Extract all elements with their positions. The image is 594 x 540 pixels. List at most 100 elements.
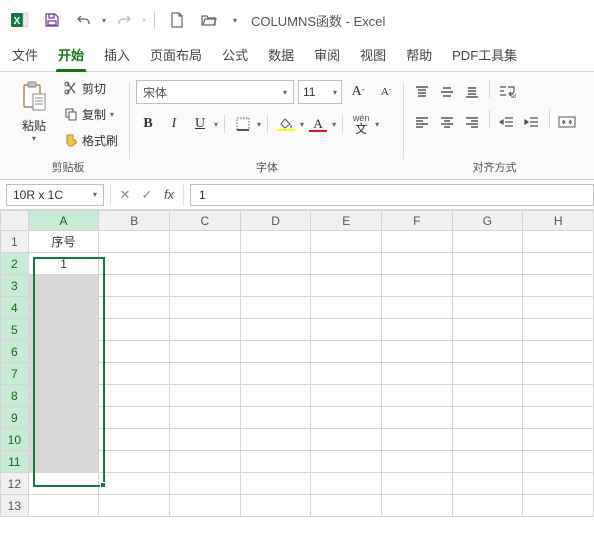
cell[interactable] <box>170 407 241 429</box>
open-file-button[interactable] <box>195 6 223 34</box>
chevron-down-icon[interactable]: ▾ <box>257 120 261 129</box>
align-right-button[interactable] <box>460 110 484 134</box>
cell[interactable] <box>382 231 453 253</box>
formula-input[interactable]: 1 <box>190 184 594 206</box>
align-left-button[interactable] <box>410 110 434 134</box>
decrease-font-button[interactable]: Aˇ <box>374 80 398 104</box>
column-header[interactable]: F <box>382 211 453 231</box>
tab-help[interactable]: 帮助 <box>404 39 434 71</box>
cell[interactable] <box>240 429 311 451</box>
row-header[interactable]: 7 <box>1 363 29 385</box>
tab-page-layout[interactable]: 页面布局 <box>148 39 204 71</box>
cell[interactable] <box>523 253 594 275</box>
qat-customize-dropdown[interactable]: ▾ <box>233 16 237 25</box>
cell[interactable] <box>170 429 241 451</box>
cell[interactable] <box>99 495 170 517</box>
cell[interactable] <box>99 473 170 495</box>
border-button[interactable] <box>231 112 255 136</box>
cell[interactable] <box>523 429 594 451</box>
row-header[interactable]: 9 <box>1 407 29 429</box>
cell[interactable] <box>170 231 241 253</box>
cell[interactable] <box>523 407 594 429</box>
cell[interactable] <box>382 319 453 341</box>
cell[interactable] <box>382 451 453 473</box>
cell[interactable] <box>382 275 453 297</box>
cell[interactable] <box>382 473 453 495</box>
column-header[interactable]: E <box>311 211 382 231</box>
undo-dropdown[interactable]: ▾ <box>102 16 106 25</box>
row-header[interactable]: 12 <box>1 473 29 495</box>
cell[interactable] <box>240 363 311 385</box>
tab-insert[interactable]: 插入 <box>102 39 132 71</box>
align-top-button[interactable] <box>410 80 434 104</box>
column-header[interactable]: B <box>99 211 170 231</box>
cancel-formula-button[interactable]: ✕ <box>115 185 135 205</box>
row-header[interactable]: 5 <box>1 319 29 341</box>
font-name-select[interactable]: 宋体 ▾ <box>136 80 294 104</box>
cell[interactable] <box>452 429 523 451</box>
cell[interactable] <box>382 385 453 407</box>
cell[interactable] <box>311 429 382 451</box>
cell[interactable] <box>311 385 382 407</box>
row-header[interactable]: 6 <box>1 341 29 363</box>
cell[interactable] <box>170 363 241 385</box>
cell[interactable] <box>452 297 523 319</box>
cell[interactable] <box>311 253 382 275</box>
cell[interactable] <box>452 275 523 297</box>
cell[interactable] <box>382 297 453 319</box>
cell[interactable]: 序号 <box>28 231 99 253</box>
format-painter-button[interactable]: 格式刷 <box>58 128 124 152</box>
new-file-button[interactable] <box>163 6 191 34</box>
cell[interactable] <box>28 451 99 473</box>
chevron-down-icon[interactable]: ▾ <box>375 120 379 129</box>
cell[interactable] <box>28 363 99 385</box>
cell[interactable] <box>311 231 382 253</box>
cell[interactable] <box>240 495 311 517</box>
cell[interactable] <box>311 407 382 429</box>
cell[interactable]: 1 <box>28 253 99 275</box>
align-middle-button[interactable] <box>435 80 459 104</box>
cell[interactable] <box>28 341 99 363</box>
redo-button[interactable] <box>110 6 138 34</box>
cell[interactable] <box>28 275 99 297</box>
cell[interactable] <box>28 407 99 429</box>
tab-pdf-tools[interactable]: PDF工具集 <box>450 39 519 71</box>
merge-cells-button[interactable] <box>555 110 579 134</box>
cell[interactable] <box>452 473 523 495</box>
cell[interactable] <box>382 407 453 429</box>
cell[interactable] <box>382 253 453 275</box>
cell[interactable] <box>311 319 382 341</box>
column-header[interactable]: C <box>170 211 241 231</box>
cell[interactable] <box>240 231 311 253</box>
cell[interactable] <box>240 451 311 473</box>
cell[interactable] <box>170 319 241 341</box>
cell[interactable] <box>523 473 594 495</box>
cell[interactable] <box>99 253 170 275</box>
row-header[interactable]: 1 <box>1 231 29 253</box>
cell[interactable] <box>240 341 311 363</box>
cell[interactable] <box>382 341 453 363</box>
cell[interactable] <box>523 341 594 363</box>
row-header[interactable]: 11 <box>1 451 29 473</box>
tab-formulas[interactable]: 公式 <box>220 39 250 71</box>
cell[interactable] <box>170 385 241 407</box>
column-header[interactable]: G <box>452 211 523 231</box>
font-size-select[interactable]: 11 ▾ <box>298 80 342 104</box>
cell[interactable] <box>382 363 453 385</box>
paste-button[interactable]: 粘贴 ▾ <box>12 76 56 152</box>
cell[interactable] <box>170 341 241 363</box>
cell[interactable] <box>28 473 99 495</box>
cell[interactable] <box>99 385 170 407</box>
tab-review[interactable]: 审阅 <box>312 39 342 71</box>
italic-button[interactable]: I <box>162 112 186 136</box>
cell[interactable] <box>311 275 382 297</box>
cell[interactable] <box>452 363 523 385</box>
cell[interactable] <box>28 429 99 451</box>
cell[interactable] <box>28 297 99 319</box>
bold-button[interactable]: B <box>136 112 160 136</box>
chevron-down-icon[interactable]: ▾ <box>214 120 218 129</box>
align-bottom-button[interactable] <box>460 80 484 104</box>
cell[interactable] <box>170 451 241 473</box>
underline-button[interactable]: U <box>188 112 212 136</box>
tab-home[interactable]: 开始 <box>56 39 86 71</box>
